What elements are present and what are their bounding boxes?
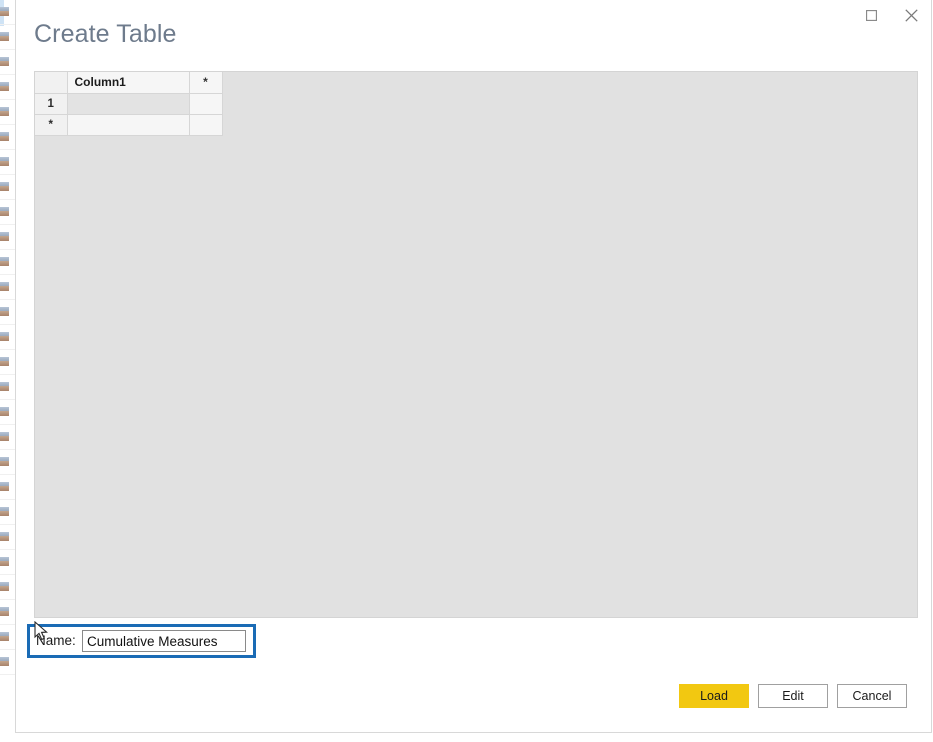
background-list-item [0,75,15,100]
background-thumbnail-icon [0,557,9,566]
name-field-label: Name: [36,633,76,648]
grid-row-header-1[interactable]: 1 [35,93,68,115]
close-icon [904,8,918,22]
background-list-item [0,450,15,475]
background-list-item [0,300,15,325]
background-thumbnail-icon [0,282,9,291]
table-row[interactable]: * [35,114,223,136]
cancel-button[interactable]: Cancel [837,684,907,708]
load-button[interactable]: Load [679,684,749,708]
maximize-button[interactable] [851,1,891,30]
window-controls [851,0,931,30]
create-table-dialog: Create Table Column1 * 1 * Name: Cumulat… [15,0,932,733]
background-thumbnail-icon [0,157,9,166]
close-button[interactable] [891,1,931,30]
background-list-item [0,600,15,625]
background-thumbnail-icon [0,107,9,116]
background-thumbnail-icon [0,432,9,441]
background-list-item [0,250,15,275]
background-list-item [0,325,15,350]
background-thumbnail-icon [0,407,9,416]
square-icon [865,9,877,21]
background-thumbnail-icon [0,582,9,591]
background-list-item [0,350,15,375]
background-list-item [0,575,15,600]
page-title: Create Table [34,20,177,48]
background-list-item [0,100,15,125]
grid-header-row: Column1 * [35,72,223,94]
background-thumbnail-icon [0,307,9,316]
background-thumbnail-icon [0,82,9,91]
grid-corner-cell[interactable] [35,72,68,94]
background-thumbnail-icon [0,482,9,491]
edit-button[interactable]: Edit [758,684,828,708]
background-list-item [0,625,15,650]
background-thumbnail-icon [0,657,9,666]
background-list-item [0,25,15,50]
background-thumbnail-icon [0,257,9,266]
background-list-item [0,375,15,400]
table-name-input[interactable] [82,630,246,652]
background-thumbnail-icon [0,507,9,516]
background-thumbnail-icon [0,607,9,616]
grid-column-header-column1[interactable]: Column1 [67,72,190,94]
background-thumbnail-icon [0,57,9,66]
background-list-item [0,475,15,500]
background-thumbnail-icon [0,357,9,366]
table-grid-panel[interactable]: Column1 * 1 * [34,71,918,618]
grid-cell-r1c1[interactable] [67,93,190,115]
background-list-item [0,425,15,450]
background-thumbnail-icon [0,132,9,141]
background-list-item [0,650,15,675]
background-list-item [0,50,15,75]
background-thumbnail-icon [0,382,9,391]
background-list-item [0,175,15,200]
grid-row-header-new[interactable]: * [35,114,68,136]
background-thumbnail-icon [0,457,9,466]
background-thumbnail-icon [0,7,9,16]
background-thumbnail-icon [0,182,9,191]
background-list-item [0,225,15,250]
background-list-item [0,150,15,175]
background-list-item [0,525,15,550]
background-app-strip [0,0,15,742]
background-list-item [0,200,15,225]
grid-cell-r2c1[interactable] [67,114,190,136]
background-list-item [0,275,15,300]
background-thumbnail-icon [0,207,9,216]
grid-cell-r1-new[interactable] [189,93,223,115]
dialog-footer: Load Edit Cancel [16,684,933,708]
background-list-item [0,0,15,25]
grid-cell-r2-new[interactable] [189,114,223,136]
background-thumbnail-icon [0,332,9,341]
background-list-item [0,500,15,525]
background-list-item [0,400,15,425]
grid-column-header-new[interactable]: * [189,72,223,94]
background-list-item [0,125,15,150]
background-thumbnail-icon [0,632,9,641]
background-thumbnail-icon [0,232,9,241]
background-thumbnail-icon [0,32,9,41]
background-list-item [0,550,15,575]
background-thumbnail-icon [0,532,9,541]
data-grid[interactable]: Column1 * 1 * [35,72,223,136]
table-row[interactable]: 1 [35,93,223,115]
